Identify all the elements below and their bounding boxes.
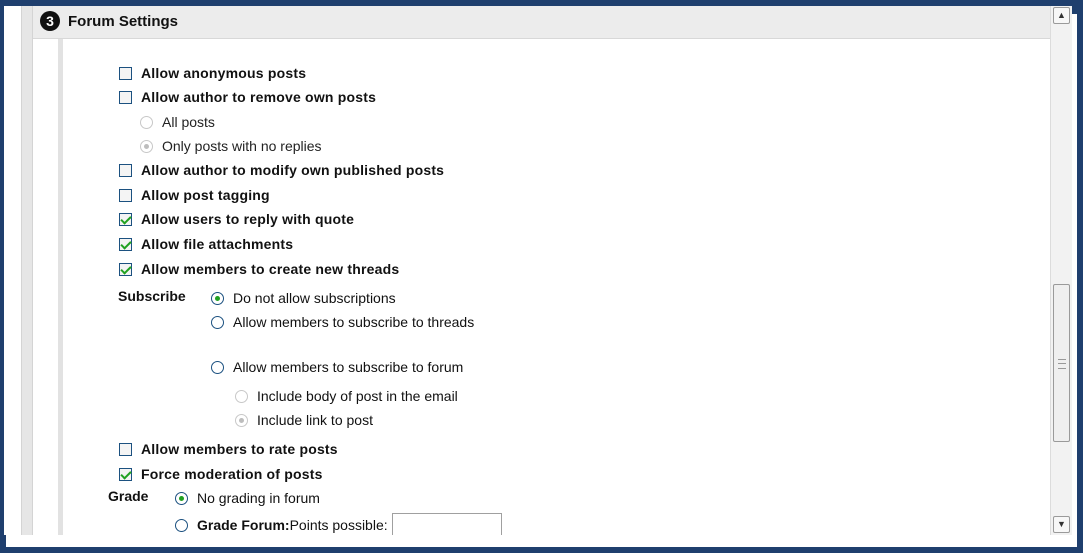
attachments-checkbox[interactable] [119, 237, 132, 251]
scroll-up-button[interactable]: ▲ [1053, 7, 1070, 24]
scroll-down-button[interactable]: ▼ [1053, 516, 1070, 533]
moderation-label: Force moderation of posts [141, 466, 323, 482]
option-attachments[interactable]: Allow file attachments [119, 234, 293, 254]
option-rate-posts[interactable]: Allow members to rate posts [119, 439, 338, 459]
indent-bar [58, 39, 63, 535]
tagging-checkbox[interactable] [119, 188, 132, 202]
remove-no-replies-radio[interactable] [140, 139, 153, 153]
tagging-label: Allow post tagging [141, 187, 270, 203]
include-body-label: Include body of post in the email [257, 388, 458, 404]
remove-no-replies-label: Only posts with no replies [162, 138, 322, 154]
subscribe-forum-radio[interactable] [211, 360, 224, 374]
rate-posts-checkbox[interactable] [119, 442, 132, 456]
option-remove-own[interactable]: Allow author to remove own posts [119, 87, 376, 107]
modify-own-checkbox[interactable] [119, 163, 132, 177]
scroll-grip-icon [1058, 359, 1066, 369]
option-subscribe-none[interactable]: Do not allow subscriptions [211, 288, 396, 308]
attachments-label: Allow file attachments [141, 236, 294, 252]
section-header: 3 Forum Settings [33, 6, 1050, 39]
step-number-badge: 3 [40, 11, 60, 31]
reply-quote-checkbox[interactable] [119, 212, 132, 226]
remove-own-label: Allow author to remove own posts [141, 89, 377, 105]
points-possible-input[interactable] [391, 513, 502, 535]
anonymous-checkbox[interactable] [119, 66, 132, 80]
option-remove-all[interactable]: All posts [140, 112, 215, 132]
subscribe-none-label: Do not allow subscriptions [233, 290, 396, 306]
subscribe-threads-label: Allow members to subscribe to threads [233, 314, 475, 330]
remove-all-radio[interactable] [140, 115, 153, 129]
include-body-radio[interactable] [235, 389, 248, 403]
new-threads-label: Allow members to create new threads [141, 261, 400, 277]
grade-forum-label: Grade Forum: [197, 517, 290, 533]
option-no-grading[interactable]: No grading in forum [175, 488, 320, 508]
new-threads-checkbox[interactable] [119, 262, 132, 276]
remove-own-checkbox[interactable] [119, 90, 132, 104]
rate-posts-label: Allow members to rate posts [141, 441, 338, 457]
reply-quote-label: Allow users to reply with quote [141, 211, 355, 227]
option-subscribe-forum[interactable]: Allow members to subscribe to forum [211, 357, 463, 377]
no-grading-label: No grading in forum [197, 490, 320, 506]
no-grading-radio[interactable] [175, 491, 188, 505]
include-link-radio[interactable] [235, 413, 248, 427]
anonymous-label: Allow anonymous posts [141, 65, 307, 81]
option-reply-quote[interactable]: Allow users to reply with quote [119, 209, 354, 229]
option-modify-own[interactable]: Allow author to modify own published pos… [119, 160, 444, 180]
vertical-scrollbar[interactable]: ▲ ▼ [1050, 6, 1072, 535]
include-link-label: Include link to post [257, 412, 373, 428]
subscribe-none-radio[interactable] [211, 291, 224, 305]
modify-own-label: Allow author to modify own published pos… [141, 162, 445, 178]
scroll-thumb[interactable] [1053, 284, 1070, 442]
left-gutter [21, 6, 33, 535]
option-anonymous[interactable]: Allow anonymous posts [119, 63, 306, 83]
forum-settings-panel: 3 Forum Settings Allow anonymous posts A… [4, 6, 1050, 535]
subscribe-label: Subscribe [118, 288, 186, 304]
option-include-body[interactable]: Include body of post in the email [235, 386, 458, 406]
subscribe-forum-label: Allow members to subscribe to forum [233, 359, 464, 375]
option-moderation[interactable]: Force moderation of posts [119, 464, 323, 484]
section-title: Forum Settings [68, 13, 179, 30]
option-remove-no-replies[interactable]: Only posts with no replies [140, 136, 322, 156]
option-subscribe-threads[interactable]: Allow members to subscribe to threads [211, 312, 474, 332]
grade-forum-radio[interactable] [175, 518, 188, 532]
option-new-threads[interactable]: Allow members to create new threads [119, 259, 399, 279]
moderation-checkbox[interactable] [119, 467, 132, 481]
option-tagging[interactable]: Allow post tagging [119, 185, 270, 205]
option-grade-forum[interactable]: Grade Forum: Points possible: [175, 512, 502, 535]
points-possible-label: Points possible: [289, 517, 388, 533]
subscribe-threads-radio[interactable] [211, 315, 224, 329]
remove-all-label: All posts [162, 114, 215, 130]
option-include-link[interactable]: Include link to post [235, 410, 373, 430]
grade-label: Grade [108, 488, 149, 504]
